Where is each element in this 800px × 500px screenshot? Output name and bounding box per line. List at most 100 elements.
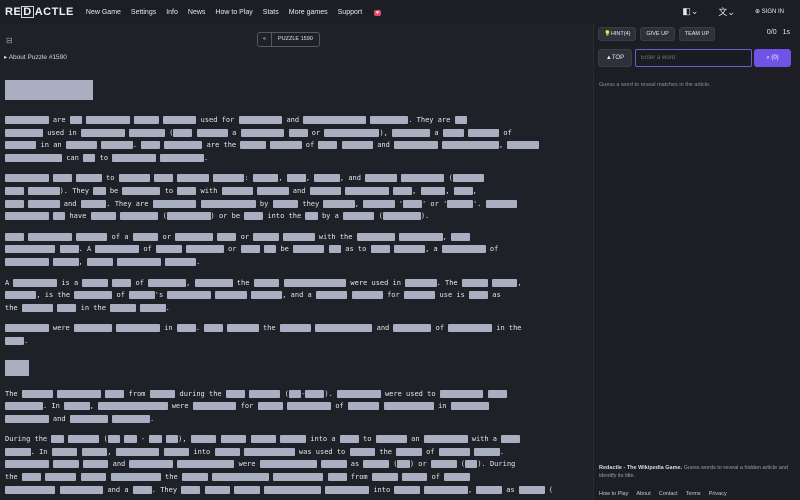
redacted-word[interactable] (487, 389, 507, 398)
redacted-word[interactable] (328, 245, 342, 254)
redacted-word[interactable] (215, 291, 247, 300)
redacted-word[interactable] (177, 186, 197, 195)
guess-submit-button[interactable]: ⌕ (0) (754, 49, 791, 67)
redacted-word[interactable] (393, 245, 426, 254)
redacted-word[interactable] (177, 174, 209, 183)
redacted-word[interactable] (181, 473, 208, 482)
redacted-word[interactable] (129, 291, 155, 300)
redacted-word[interactable] (5, 324, 49, 333)
redacted-word[interactable] (394, 485, 421, 494)
redacted-word[interactable] (363, 199, 395, 208)
redacted-word[interactable] (452, 174, 485, 183)
redacted-word[interactable] (325, 485, 370, 494)
redacted-word[interactable] (28, 232, 72, 241)
redacted-word[interactable] (464, 460, 478, 469)
redacted-word[interactable] (442, 128, 464, 137)
redacted-word[interactable] (5, 414, 49, 423)
redacted-word[interactable] (204, 324, 224, 333)
redacted-word[interactable] (444, 473, 470, 482)
redacted-word[interactable] (280, 435, 307, 444)
give-up-button[interactable]: GIVE UP (640, 27, 675, 41)
redacted-word[interactable] (448, 324, 493, 333)
redacted-word[interactable] (57, 389, 102, 398)
redacted-word[interactable] (365, 174, 397, 183)
redacted-word[interactable] (154, 174, 174, 183)
redacted-word[interactable] (98, 402, 168, 411)
redacted-word[interactable] (52, 174, 72, 183)
redacted-word[interactable] (5, 116, 49, 124)
redacted-word[interactable] (453, 186, 473, 195)
redacted-word[interactable] (148, 278, 187, 287)
redacted-word[interactable] (320, 460, 347, 469)
redacted-word[interactable] (90, 212, 117, 221)
redacted-word[interactable] (405, 278, 437, 287)
redacted-word[interactable] (315, 291, 348, 300)
redacted-word[interactable] (393, 324, 432, 333)
redacted-word[interactable] (441, 141, 499, 150)
redacted-word[interactable] (293, 245, 325, 254)
redacted-word[interactable] (507, 141, 539, 150)
redacted-word[interactable] (343, 212, 375, 221)
redacted-word[interactable] (363, 460, 390, 469)
redacted-word[interactable] (177, 460, 235, 469)
redacted-word[interactable] (86, 257, 113, 266)
redacted-word[interactable] (430, 460, 457, 469)
redacted-word[interactable] (397, 460, 410, 469)
redacted-word[interactable] (447, 199, 473, 208)
redacted-word[interactable] (220, 435, 247, 444)
redacted-word[interactable] (234, 485, 260, 494)
redacted-word[interactable] (240, 141, 266, 150)
redacted-word[interactable] (305, 389, 325, 398)
redacted-word[interactable] (375, 435, 407, 444)
redacted-word[interactable] (339, 435, 359, 444)
redacted-word[interactable] (303, 116, 366, 124)
redacted-word[interactable] (122, 186, 161, 195)
language-icon[interactable]: 文⌄ (718, 5, 735, 18)
redacted-word[interactable] (160, 153, 204, 162)
team-up-button[interactable]: TEAM UP (678, 27, 716, 41)
footer-link-about[interactable]: About (636, 490, 650, 498)
redacted-word[interactable] (244, 447, 295, 456)
redacted-word[interactable] (225, 389, 245, 398)
redacted-word[interactable] (305, 212, 318, 221)
redacted-word[interactable] (82, 278, 109, 287)
redacted-word[interactable] (401, 473, 428, 482)
redacted-word[interactable] (185, 245, 224, 254)
redacted-word[interactable] (149, 435, 162, 444)
redacted-word[interactable] (5, 199, 24, 208)
redacted-word[interactable] (240, 128, 285, 137)
redacted-word[interactable] (469, 291, 489, 300)
redacted-word[interactable] (128, 128, 165, 137)
redacted-word[interactable] (324, 128, 380, 137)
nav-news[interactable]: News (188, 9, 206, 16)
redacted-word[interactable] (5, 128, 43, 137)
redacted-word[interactable] (423, 435, 468, 444)
redacted-word[interactable] (439, 389, 484, 398)
redacted-word[interactable] (5, 153, 62, 162)
redacted-word[interactable] (450, 402, 489, 411)
redacted-word[interactable] (74, 291, 113, 300)
redacted-word[interactable] (124, 435, 137, 444)
redacted-word[interactable] (279, 324, 312, 333)
redacted-word[interactable] (250, 291, 283, 300)
redacted-word[interactable] (211, 473, 269, 482)
redacted-word[interactable] (382, 212, 421, 221)
theme-icon[interactable]: ◧⌄ (682, 6, 698, 17)
redacted-word[interactable] (403, 199, 422, 208)
redacted-word[interactable] (112, 153, 156, 162)
redacted-word[interactable] (181, 485, 201, 494)
redacted-word[interactable] (13, 278, 58, 287)
redacted-word[interactable] (314, 174, 340, 183)
redacted-word[interactable] (52, 460, 79, 469)
redacted-word[interactable] (288, 389, 302, 398)
redacted-word[interactable] (5, 212, 49, 221)
footer-link-terms[interactable]: Terms (686, 490, 701, 498)
redacted-word[interactable] (21, 303, 54, 312)
redacted-word[interactable] (5, 460, 49, 469)
redacted-word[interactable] (134, 116, 159, 124)
redacted-word[interactable] (21, 389, 54, 398)
redacted-word[interactable] (163, 116, 197, 124)
footer-link-contact[interactable]: Contact (659, 490, 678, 498)
redacted-word[interactable] (253, 232, 279, 241)
redacted-word[interactable] (288, 128, 308, 137)
